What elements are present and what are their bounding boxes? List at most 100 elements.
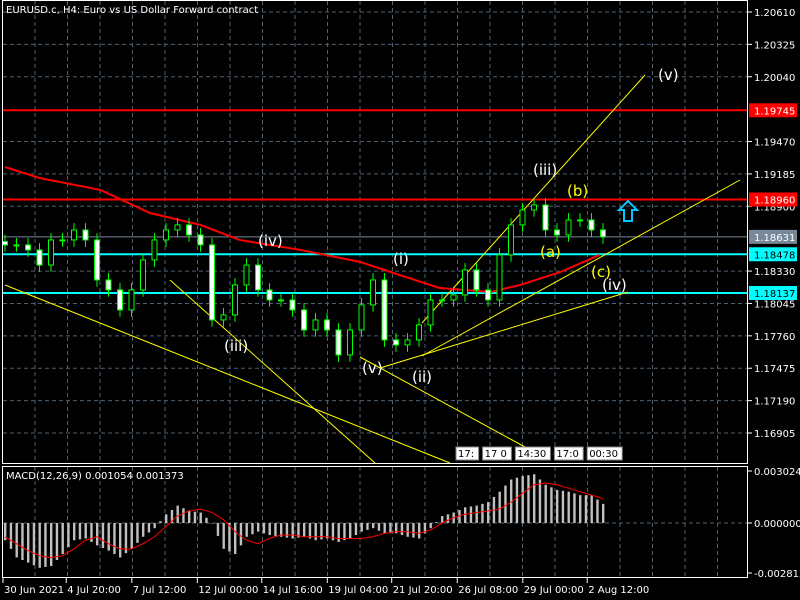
price-tick-label: 1.19470 (754, 138, 795, 149)
wave-label: (v) (362, 359, 383, 377)
time-tick-label: 2 Aug 12:00 (588, 585, 649, 596)
price-tick-label: 1.18045 (754, 299, 795, 310)
candle-body (36, 249, 43, 266)
candle-body (416, 324, 422, 341)
price-tick-label: 1.20325 (754, 40, 795, 51)
wave-label: (iii) (224, 337, 248, 355)
candle-body (335, 329, 342, 356)
price-tick-label: 1.20040 (754, 73, 795, 84)
time-tick-label: 14 Jul 16:00 (263, 585, 323, 596)
candle-body (140, 259, 146, 291)
wave-label: (iii) (533, 161, 557, 179)
macd-histogram-bar (521, 476, 524, 523)
candle-body (462, 269, 468, 296)
macd-histogram-bar (291, 523, 294, 539)
time-tick-label: 19 Jul 04:00 (328, 585, 388, 596)
macd-histogram-bar (216, 523, 220, 536)
macd-histogram-bar (308, 523, 312, 539)
trendline[interactable] (169, 279, 376, 464)
wave-label: (a) (540, 243, 561, 261)
candle-body (404, 339, 411, 346)
candle-body (82, 229, 89, 241)
candle-body (197, 234, 204, 246)
macd-label: MACD(12,26,9) 0.001054 0.001373 (6, 471, 184, 482)
time-tick-label: 12 Jul 00:00 (198, 585, 258, 596)
macd-histogram-bar (475, 505, 478, 523)
macd-histogram-bar (561, 490, 565, 523)
time-tick-label: 4 Jul 20:00 (67, 585, 121, 596)
macd-histogram-bar (38, 523, 41, 568)
candle-body (232, 284, 238, 316)
macd-histogram-bar (596, 499, 599, 523)
trading-chart[interactable]: (iii) (iv) (v) (i) (ii) (iii) (v) (b) (a… (0, 0, 800, 600)
chart-title: EURUSD.c, H4: Euro vs US Dollar Forward … (6, 5, 258, 16)
level-price-label: 1.18137 (754, 289, 795, 300)
candle-body (2, 241, 8, 246)
macd-histogram-bar (55, 523, 59, 561)
macd-tick-label: 0.003024 (754, 467, 800, 478)
wave-label: (b) (567, 182, 588, 200)
candle-body (220, 314, 227, 321)
macd-histogram-bar (567, 491, 570, 523)
candle-body (186, 224, 192, 236)
macd-histogram-bar (130, 523, 133, 549)
candle-body (427, 299, 434, 326)
macd-histogram-bar (262, 523, 266, 534)
macd-histogram-bar (245, 523, 248, 537)
macd-histogram-bar (234, 523, 237, 555)
candle-body (59, 239, 66, 242)
macd-histogram-bar (354, 523, 358, 536)
macd-histogram-bar (101, 523, 105, 548)
time-marker-label: 14:30 (517, 449, 546, 460)
macd-histogram-bar (136, 523, 139, 543)
price-tick-label: 1.17760 (754, 332, 795, 343)
macd-histogram-bar (153, 523, 156, 529)
macd-histogram-bar (67, 523, 70, 548)
macd-tick-label: 0.000000 (754, 519, 800, 530)
candle-body (312, 319, 319, 331)
macd-histogram-bar (222, 523, 225, 549)
candle-body (209, 244, 215, 321)
macd-histogram-bar (159, 521, 162, 523)
candle-body (588, 219, 595, 231)
candle-body (48, 239, 54, 266)
macd-histogram-bar (383, 523, 386, 534)
candle-body (301, 309, 307, 331)
trendline[interactable] (359, 356, 526, 448)
candle-body (71, 229, 77, 241)
macd-histogram-bar (119, 523, 122, 558)
macd-histogram-bar (366, 523, 369, 530)
macd-histogram-bar (481, 503, 484, 523)
macd-histogram-bar (441, 516, 444, 523)
macd-histogram-bar (533, 474, 536, 523)
macd-histogram-bar (412, 523, 415, 538)
candle-body (381, 279, 388, 341)
macd-tick-label: -0.002812 (754, 569, 800, 580)
time-tick-label: 30 Jun 2021 (4, 585, 64, 596)
macd-histogram-bar (602, 503, 605, 523)
horizontal-levels (3, 109, 747, 295)
macd-histogram-bar (239, 523, 243, 546)
macd-histogram-bar (429, 523, 432, 529)
macd-histogram-bar (314, 523, 317, 541)
macd-histogram-bar (257, 523, 260, 532)
macd-histogram-bar (469, 506, 473, 523)
macd-histogram-bar (343, 523, 346, 541)
macd-histogram-bar (550, 487, 553, 523)
macd-histogram-bar (556, 489, 559, 523)
candle-body (542, 204, 549, 231)
macd-histogram-bar (268, 523, 271, 536)
candle-body (25, 244, 31, 251)
macd-panel-border (2, 466, 748, 578)
macd-histogram-bar (406, 523, 409, 537)
candle-body (117, 289, 123, 311)
macd-histogram-bar (377, 523, 381, 531)
macd-histogram-bar (50, 523, 53, 567)
macd-histogram-bar (78, 523, 82, 540)
trendlines[interactable] (4, 74, 741, 464)
candle-body (174, 224, 181, 231)
candle-body (128, 289, 135, 311)
candle-body (255, 264, 261, 291)
candle-body (393, 339, 399, 346)
macd-histogram-bar (360, 523, 363, 532)
